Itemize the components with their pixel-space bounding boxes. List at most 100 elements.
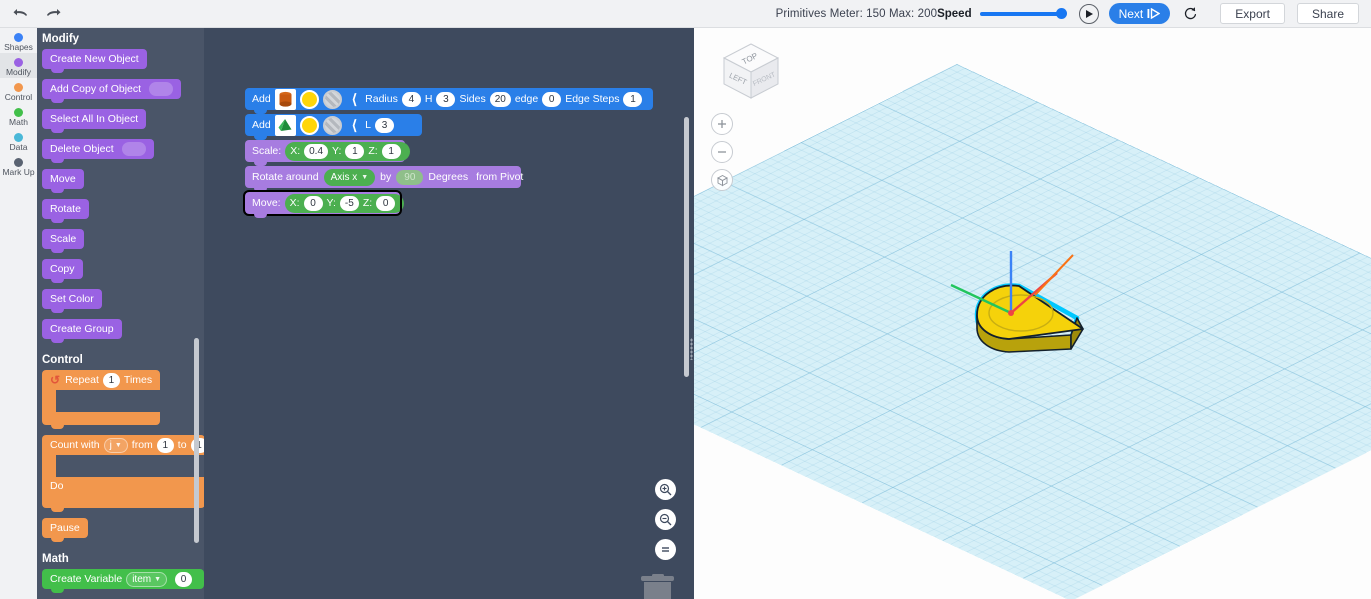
palette-block-select-all-in-object[interactable]: Select All In Object: [42, 109, 147, 133]
canvas-zoom-in-button[interactable]: [655, 479, 676, 500]
trash-handle: [651, 574, 664, 577]
collapse-left-icon[interactable]: ⟨: [352, 117, 357, 134]
count-with-from-input[interactable]: 1: [156, 437, 174, 453]
scale-z-input[interactable]: 1: [381, 143, 401, 159]
palette-section-math-header: Math: [42, 553, 69, 565]
palette-block-add-copy-of-object[interactable]: Add Copy of Object: [42, 79, 182, 103]
count-with-body-slot[interactable]: [42, 455, 56, 477]
category-math[interactable]: Math: [0, 103, 37, 128]
sides-input[interactable]: 20: [489, 91, 511, 107]
create-variable-value-input[interactable]: 0: [175, 571, 193, 587]
play-button[interactable]: [1078, 3, 1099, 24]
cylinder-icon[interactable]: [274, 88, 296, 110]
move-y-input[interactable]: -5: [339, 195, 359, 211]
repeat-block-body-slot[interactable]: [42, 390, 56, 412]
scale-values-group: X: 0.4 Y: 1 Z: 1: [285, 141, 410, 161]
radius-input[interactable]: 4: [401, 91, 421, 107]
script-block-add-cone[interactable]: Add ⟨ L 3: [245, 114, 422, 140]
category-label: Mark Up: [2, 166, 35, 177]
script-block-add-cylinder[interactable]: Add ⟨ Radius 4 H 3 Sides 20 edge 0 Edge …: [245, 88, 654, 114]
trash-icon[interactable]: [641, 572, 674, 599]
palette-block-pause[interactable]: Pause: [42, 518, 88, 542]
palette-block-repeat[interactable]: ↺ Repeat 1 Times: [42, 370, 160, 429]
scale-z-label: Z:: [368, 145, 378, 157]
rotate-degrees-input[interactable]: 90: [396, 169, 424, 185]
category-markup[interactable]: Mark Up: [0, 153, 37, 178]
reset-rotate-icon: [1184, 7, 1196, 20]
canvas-zoom-out-button[interactable]: [655, 509, 676, 530]
yellow-wedge-cylinder-model[interactable]: [949, 243, 1129, 383]
zoom-in-icon: [659, 483, 672, 496]
palette-block-create-variable[interactable]: Create Variable item ▼ 0: [42, 569, 204, 593]
hatched-material-icon[interactable]: [322, 115, 342, 135]
block-slot[interactable]: [121, 142, 146, 156]
category-label: Control: [4, 91, 33, 102]
repeat-block-header[interactable]: ↺ Repeat 1 Times: [42, 370, 160, 390]
block-slot[interactable]: [149, 82, 174, 96]
3d-viewport[interactable]: TOP LEFT FRONT: [694, 28, 1371, 599]
block-label: Add Copy of Object: [50, 83, 142, 95]
create-variable-dropdown[interactable]: item ▼: [126, 571, 168, 587]
repeat-count-input[interactable]: 1: [102, 372, 120, 388]
script-block-rotate[interactable]: Rotate around Axis x ▼ by 90 Degrees fro…: [245, 166, 523, 192]
next-button[interactable]: Next: [1108, 3, 1171, 24]
move-z-input[interactable]: 0: [376, 195, 396, 211]
palette-block-scale[interactable]: Scale: [42, 229, 85, 253]
scale-x-input[interactable]: 0.4: [304, 143, 329, 159]
viewport-fit-view-button[interactable]: [711, 169, 733, 191]
color-swatch-yellow[interactable]: [299, 115, 319, 135]
category-modify[interactable]: Modify: [0, 53, 37, 78]
move-x-input[interactable]: 0: [303, 195, 323, 211]
count-with-variable-label: j: [109, 439, 112, 451]
view-orientation-cube[interactable]: TOP LEFT FRONT: [716, 38, 786, 108]
viewport-zoom-out-button[interactable]: [711, 141, 733, 163]
category-shapes[interactable]: Shapes: [0, 28, 37, 53]
edge-steps-input[interactable]: 1: [623, 91, 643, 107]
scale-y-input[interactable]: 1: [345, 143, 365, 159]
next-button-label: Next: [1118, 6, 1144, 21]
script-canvas[interactable]: Add ⟨ Radius 4 H 3 Sides 20 edge 0 Edge …: [204, 28, 693, 599]
panel-resize-handle[interactable]: [690, 338, 693, 360]
canvas-menu-button[interactable]: [655, 539, 676, 560]
color-swatch-yellow[interactable]: [299, 89, 319, 109]
category-data[interactable]: Data: [0, 128, 37, 153]
category-control[interactable]: Control: [0, 78, 37, 103]
palette-block-rotate[interactable]: Rotate: [42, 199, 89, 223]
chevron-down-icon: ▼: [154, 575, 162, 583]
script-block-move[interactable]: Move: X: 0 Y: -5 Z: 0: [243, 190, 405, 218]
palette-scrollbar[interactable]: [194, 338, 199, 543]
height-input[interactable]: 3: [436, 91, 456, 107]
length-input[interactable]: 3: [375, 117, 394, 133]
rotate-axis-dropdown[interactable]: Axis x ▼: [323, 168, 376, 186]
speed-slider[interactable]: [979, 7, 1067, 21]
palette-block-count-with[interactable]: Count with j ▼ from 1 to 1 Do: [42, 435, 204, 512]
redo-arrow-icon[interactable]: [44, 5, 62, 23]
speed-slider-knob[interactable]: [1055, 8, 1067, 19]
reset-button[interactable]: [1180, 4, 1200, 24]
count-with-to-label: to: [177, 439, 187, 451]
count-with-variable-dropdown[interactable]: j ▼: [103, 437, 128, 453]
minus-icon: [718, 151, 726, 153]
palette-block-move[interactable]: Move: [42, 169, 84, 193]
top-toolbar: Primitives Meter: 150 Max: 200 Speed Nex…: [0, 0, 1371, 28]
cone-icon[interactable]: [274, 114, 296, 136]
category-label: Modify: [5, 66, 32, 77]
palette-block-copy[interactable]: Copy: [42, 259, 83, 283]
undo-arrow-icon[interactable]: [12, 5, 30, 23]
viewport-zoom-in-button[interactable]: [711, 113, 733, 135]
share-button[interactable]: Share: [1296, 3, 1359, 24]
canvas-scrollbar[interactable]: [684, 117, 689, 377]
hatched-material-icon[interactable]: [322, 89, 342, 109]
palette-block-create-group[interactable]: Create Group: [42, 319, 122, 343]
palette-block-create-new-object[interactable]: Create New Object: [42, 49, 147, 73]
move-z-label: Z:: [362, 197, 373, 209]
script-block-scale[interactable]: Scale: X: 0.4 Y: 1 Z: 1: [245, 140, 410, 166]
edge-input[interactable]: 0: [542, 91, 562, 107]
count-with-header[interactable]: Count with j ▼ from 1 to 1: [42, 435, 204, 455]
category-dot: [14, 157, 23, 167]
palette-block-set-color[interactable]: Set Color: [42, 289, 102, 313]
move-x-label: X:: [289, 197, 300, 209]
palette-block-delete-object[interactable]: Delete Object: [42, 139, 154, 163]
export-button[interactable]: Export: [1220, 3, 1285, 24]
collapse-left-icon[interactable]: ⟨: [352, 91, 357, 108]
